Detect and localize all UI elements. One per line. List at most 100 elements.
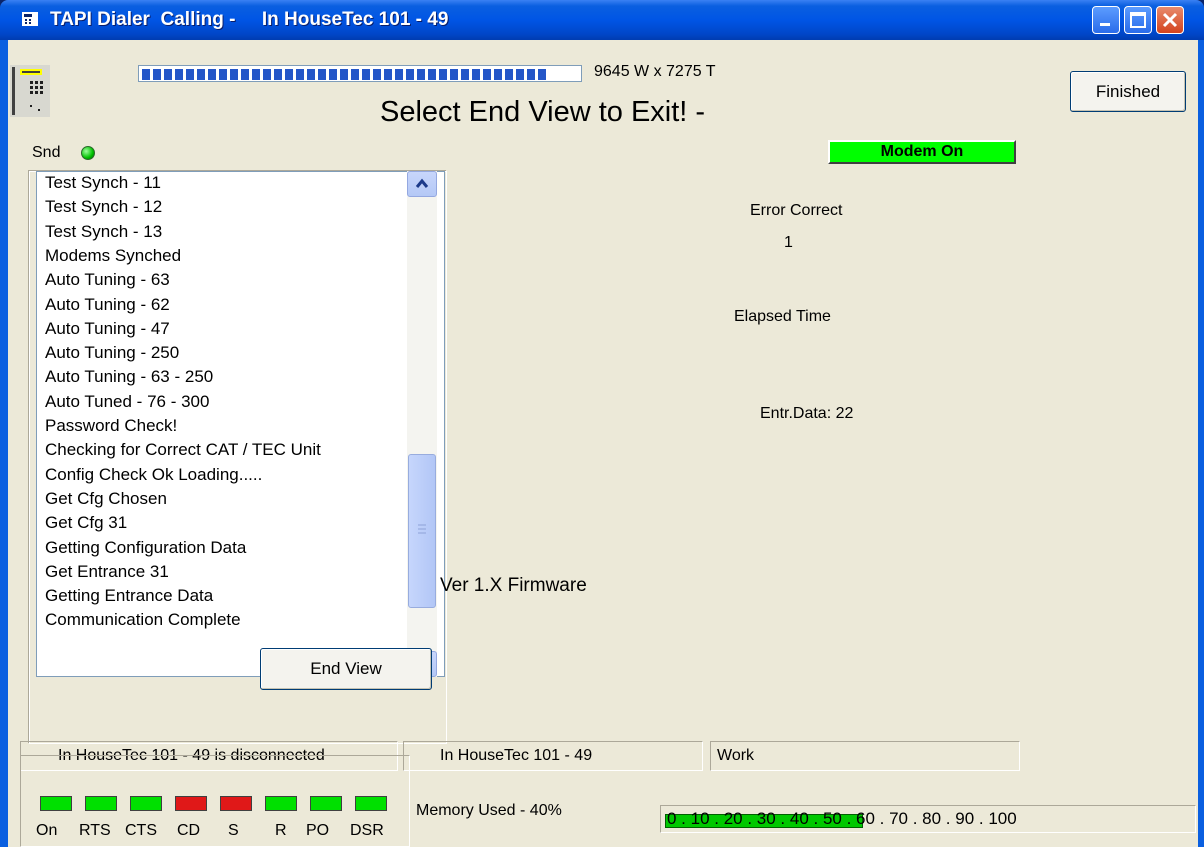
- snd-label: Snd: [32, 144, 61, 161]
- signal-led-cd: [175, 796, 207, 811]
- log-list-item[interactable]: Get Cfg 31: [45, 513, 127, 533]
- progress-segment: [153, 69, 161, 80]
- title-bar[interactable]: TAPI Dialer Calling - In HouseTec 101 - …: [0, 0, 1204, 40]
- entrance-data-count: Entr.Data: 22: [760, 405, 854, 422]
- progress-segment: [373, 69, 381, 80]
- chevron-up-icon: [415, 178, 429, 188]
- signal-led-label: PO: [306, 822, 330, 839]
- log-list-item[interactable]: Modems Synched: [45, 246, 181, 266]
- log-list-item[interactable]: Getting Entrance Data: [45, 586, 213, 606]
- progress-segment: [384, 69, 392, 80]
- minimize-button[interactable]: [1092, 6, 1120, 34]
- progress-segment: [351, 69, 359, 80]
- progress-segment: [362, 69, 370, 80]
- signal-led-on: [40, 796, 72, 811]
- log-list-item[interactable]: Auto Tuning - 63: [45, 270, 170, 290]
- progress-segment: [208, 69, 216, 80]
- transfer-progress-bar: [138, 65, 582, 82]
- progress-segment: [164, 69, 172, 80]
- progress-segment: [417, 69, 425, 80]
- progress-segment: [450, 69, 458, 80]
- signal-led-label: On: [36, 822, 58, 839]
- signal-led-rts: [85, 796, 117, 811]
- progress-segment: [472, 69, 480, 80]
- communication-log-list[interactable]: Test Synch - 11 Test Synch - 12 Test Synch…: [36, 171, 445, 677]
- status-panel-mode: Work: [710, 741, 1020, 771]
- log-list-item[interactable]: Getting Configuration Data: [45, 538, 246, 558]
- keypad-phone-icon: [10, 65, 50, 117]
- memory-used-label: Memory Used - 40%: [416, 802, 562, 819]
- end-view-button[interactable]: End View: [260, 648, 432, 690]
- signal-led-label: DSR: [350, 822, 384, 839]
- minimize-icon: [1100, 23, 1110, 26]
- log-list-item[interactable]: Auto Tuning - 47: [45, 319, 170, 339]
- log-list-item[interactable]: Auto Tuned - 76 - 300: [45, 392, 209, 412]
- scroll-up-button[interactable]: [407, 171, 437, 197]
- log-list-item[interactable]: Test Synch - 11: [45, 173, 161, 193]
- error-correct-label: Error Correct: [750, 202, 843, 219]
- signal-led-cts: [130, 796, 162, 811]
- progress-segment: [285, 69, 293, 80]
- progress-segment: [252, 69, 260, 80]
- signal-led-label: R: [275, 822, 287, 839]
- log-list-item[interactable]: Get Cfg Chosen: [45, 489, 167, 509]
- scroll-thumb[interactable]: [408, 454, 436, 608]
- progress-segment: [230, 69, 238, 80]
- close-icon: [1162, 12, 1178, 28]
- window-border-left: [0, 40, 8, 847]
- signal-led-s: [220, 796, 252, 811]
- log-list-item[interactable]: Auto Tuning - 250: [45, 343, 179, 363]
- progress-segment: [527, 69, 535, 80]
- progress-segment: [197, 69, 205, 80]
- snd-status-led: [81, 146, 95, 160]
- window-title: TAPI Dialer Calling - In HouseTec 101 - …: [50, 9, 449, 30]
- memory-usage-bar: 0 . 10 . 20 . 30 . 40 . 50 . 60 . 70 . 8…: [660, 805, 1196, 833]
- progress-segment: [461, 69, 469, 80]
- modem-status-indicator: Modem On: [828, 140, 1016, 164]
- log-list-item[interactable]: Get Entrance 31: [45, 562, 169, 582]
- phone-app-icon: [22, 12, 38, 26]
- log-list-item[interactable]: Communication Complete: [45, 610, 241, 630]
- progress-segment: [186, 69, 194, 80]
- progress-segment: [175, 69, 183, 80]
- log-list-item[interactable]: Auto Tuning - 63 - 250: [45, 367, 213, 387]
- signal-led-label: S: [228, 822, 239, 839]
- window-border-right: [1198, 40, 1204, 847]
- log-scrollbar[interactable]: [407, 171, 437, 677]
- progress-segment: [395, 69, 403, 80]
- memory-scale-labels: 0 . 10 . 20 . 30 . 40 . 50 . 60 . 70 . 8…: [667, 809, 1017, 828]
- progress-segment: [241, 69, 249, 80]
- exit-instruction-heading: Select End View to Exit! -: [380, 96, 706, 128]
- progress-segment: [263, 69, 271, 80]
- progress-segment: [494, 69, 502, 80]
- error-correct-value: 1: [784, 234, 793, 251]
- progress-segment: [329, 69, 337, 80]
- progress-segment: [406, 69, 414, 80]
- progress-segment: [516, 69, 524, 80]
- progress-segment: [439, 69, 447, 80]
- progress-segment: [219, 69, 227, 80]
- elapsed-time-label: Elapsed Time: [734, 308, 831, 325]
- maximize-button[interactable]: [1124, 6, 1152, 34]
- log-list-item[interactable]: Password Check!: [45, 416, 177, 436]
- signal-led-r: [265, 796, 297, 811]
- progress-segment: [274, 69, 282, 80]
- close-button[interactable]: [1156, 6, 1184, 34]
- log-list-item[interactable]: Test Synch - 13: [45, 222, 162, 242]
- signal-led-label: CTS: [125, 822, 157, 839]
- status-panel-device: In HouseTec 101 - 49: [403, 741, 703, 771]
- log-list-item[interactable]: Auto Tuning - 62: [45, 295, 170, 315]
- grip-icon: [418, 524, 426, 534]
- progress-segment: [307, 69, 315, 80]
- client-area: 9645 W x 7275 T Select End View to Exit!…: [8, 40, 1198, 847]
- log-list-item[interactable]: Config Check Ok Loading.....: [45, 465, 262, 485]
- signal-led-label: RTS: [79, 822, 111, 839]
- finished-button[interactable]: Finished: [1070, 71, 1186, 112]
- maximize-icon: [1130, 12, 1146, 28]
- progress-segment: [428, 69, 436, 80]
- log-list-item[interactable]: Checking for Correct CAT / TEC Unit: [45, 440, 321, 460]
- progress-segment: [340, 69, 348, 80]
- progress-segment: [505, 69, 513, 80]
- progress-segment: [483, 69, 491, 80]
- log-list-item[interactable]: Test Synch - 12: [45, 197, 162, 217]
